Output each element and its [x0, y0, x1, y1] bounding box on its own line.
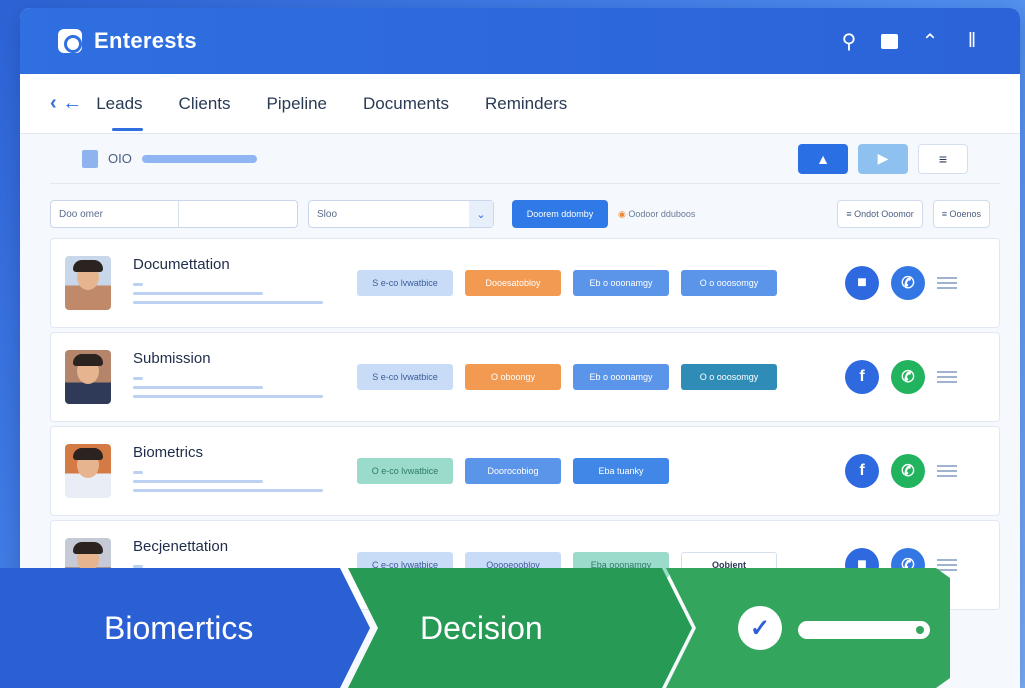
- nav-bar: ‹ ← Leads Clients Pipeline Documents Rem…: [20, 74, 1020, 134]
- avatar: [65, 256, 111, 310]
- filter-bar: Doo omer Sloo ⌄ Doorem ddomby ◉ Oodoor d…: [20, 184, 1020, 228]
- info-icon: ◉: [618, 208, 626, 219]
- chevron-down-icon[interactable]: ⌄: [469, 201, 493, 227]
- status-badge[interactable]: S e-co lvwatbice: [357, 270, 453, 296]
- checkmark-icon: ✓: [738, 606, 782, 650]
- status-badge[interactable]: O oboongy: [465, 364, 561, 390]
- view-chip-label: Ooenos: [949, 209, 981, 219]
- lead-name: Biometrics: [133, 444, 204, 461]
- process-step-complete[interactable]: ✓: [666, 568, 950, 688]
- facebook-icon[interactable]: f: [845, 454, 879, 488]
- sort-chip-label: Ondot Ooomor: [854, 209, 914, 219]
- avatar: [65, 444, 111, 498]
- facebook-icon[interactable]: f: [845, 360, 879, 394]
- status-badge[interactable]: O e-co lvwatbice: [357, 458, 453, 484]
- pause-icon[interactable]: ‖: [962, 30, 982, 53]
- upload-button[interactable]: ▲: [798, 143, 848, 174]
- status-badge[interactable]: Eb o ooonamgy: [573, 364, 669, 390]
- search-input-value: Doo omer: [59, 208, 103, 220]
- filter-note-text: Oodoor dduboos: [628, 208, 696, 219]
- toolbar: OIO ▲ ▶ ≡: [50, 134, 1000, 184]
- app-title: Enterests: [94, 28, 197, 53]
- progress-pill: [798, 621, 930, 639]
- status-select[interactable]: Sloo ⌄: [308, 200, 494, 228]
- drag-handle-icon[interactable]: [937, 274, 957, 292]
- status-badge[interactable]: Dooesatobloy: [465, 270, 561, 296]
- list-item[interactable]: Biometrics O e-co lvwatbice Doorocobiog …: [50, 426, 1000, 516]
- status-badge[interactable]: Eba tuanky: [573, 458, 669, 484]
- status-badge[interactable]: S e-co lvwatbice: [357, 364, 453, 390]
- square-icon[interactable]: [881, 33, 898, 49]
- tab-pipeline[interactable]: Pipeline: [267, 88, 328, 120]
- drag-handle-icon[interactable]: [937, 368, 957, 386]
- lead-name: Documettation: [133, 256, 230, 273]
- step-label: Decision: [420, 609, 543, 646]
- app-logo-icon: [58, 29, 82, 53]
- status-badge[interactable]: Doorocobiog: [465, 458, 561, 484]
- leads-list: Documettation S e-co lvwatbice Dooesatob…: [20, 228, 1020, 610]
- sort-icon: ≡: [846, 209, 855, 219]
- lead-name: Becjenettation: [133, 538, 229, 555]
- list-item[interactable]: Documettation S e-co lvwatbice Dooesatob…: [50, 238, 1000, 328]
- search-icon[interactable]: ⚲: [839, 29, 859, 54]
- apply-filter-button[interactable]: Doorem ddomby: [512, 200, 608, 228]
- title-bar: Enterests ⚲ ⌃ ‖: [20, 8, 1020, 74]
- tab-leads[interactable]: Leads: [96, 88, 143, 131]
- tab-reminders[interactable]: Reminders: [485, 88, 567, 120]
- progress-bar: [141, 154, 257, 163]
- step-label: Biomertics: [104, 609, 254, 646]
- view-chip[interactable]: ≡ Ooenos: [932, 200, 990, 228]
- process-step-decision[interactable]: Decision: [348, 568, 692, 688]
- toolbar-label: OIO: [108, 151, 132, 166]
- play-button[interactable]: ▶: [858, 143, 908, 174]
- status-select-value: Sloo: [317, 208, 338, 220]
- avatar: [65, 350, 111, 404]
- stack-button[interactable]: ≡: [918, 143, 968, 174]
- status-badge[interactable]: O o ooosomgy: [681, 270, 777, 296]
- list-item[interactable]: Submission S e-co lvwatbice O oboongy Eb…: [50, 332, 1000, 422]
- status-badge[interactable]: Eb o ooonamgy: [573, 270, 669, 296]
- phone-icon[interactable]: ✆: [891, 266, 925, 300]
- process-steps-banner: Biomertics Decision ✓: [0, 568, 950, 688]
- drag-handle-icon[interactable]: [937, 462, 957, 480]
- filter-note: ◉ Oodoor dduboos: [618, 209, 695, 220]
- chart-icon[interactable]: ⌃: [920, 29, 940, 54]
- tab-clients[interactable]: Clients: [179, 88, 231, 120]
- sort-chip[interactable]: ≡ Ondot Ooomor: [837, 200, 923, 228]
- phone-icon[interactable]: ✆: [891, 454, 925, 488]
- share-icon[interactable]: ■: [845, 266, 879, 300]
- lead-name: Submission: [133, 350, 211, 367]
- document-icon: [82, 149, 98, 168]
- search-input[interactable]: Doo omer: [50, 200, 298, 228]
- status-badge[interactable]: O o ooosomgy: [681, 364, 777, 390]
- phone-icon[interactable]: ✆: [891, 360, 925, 394]
- back-arrow-icon[interactable]: ‹ ←: [50, 92, 82, 115]
- list-icon: ≡: [941, 209, 950, 219]
- process-step-biometrics[interactable]: Biomertics: [0, 568, 370, 688]
- tab-documents[interactable]: Documents: [363, 88, 449, 120]
